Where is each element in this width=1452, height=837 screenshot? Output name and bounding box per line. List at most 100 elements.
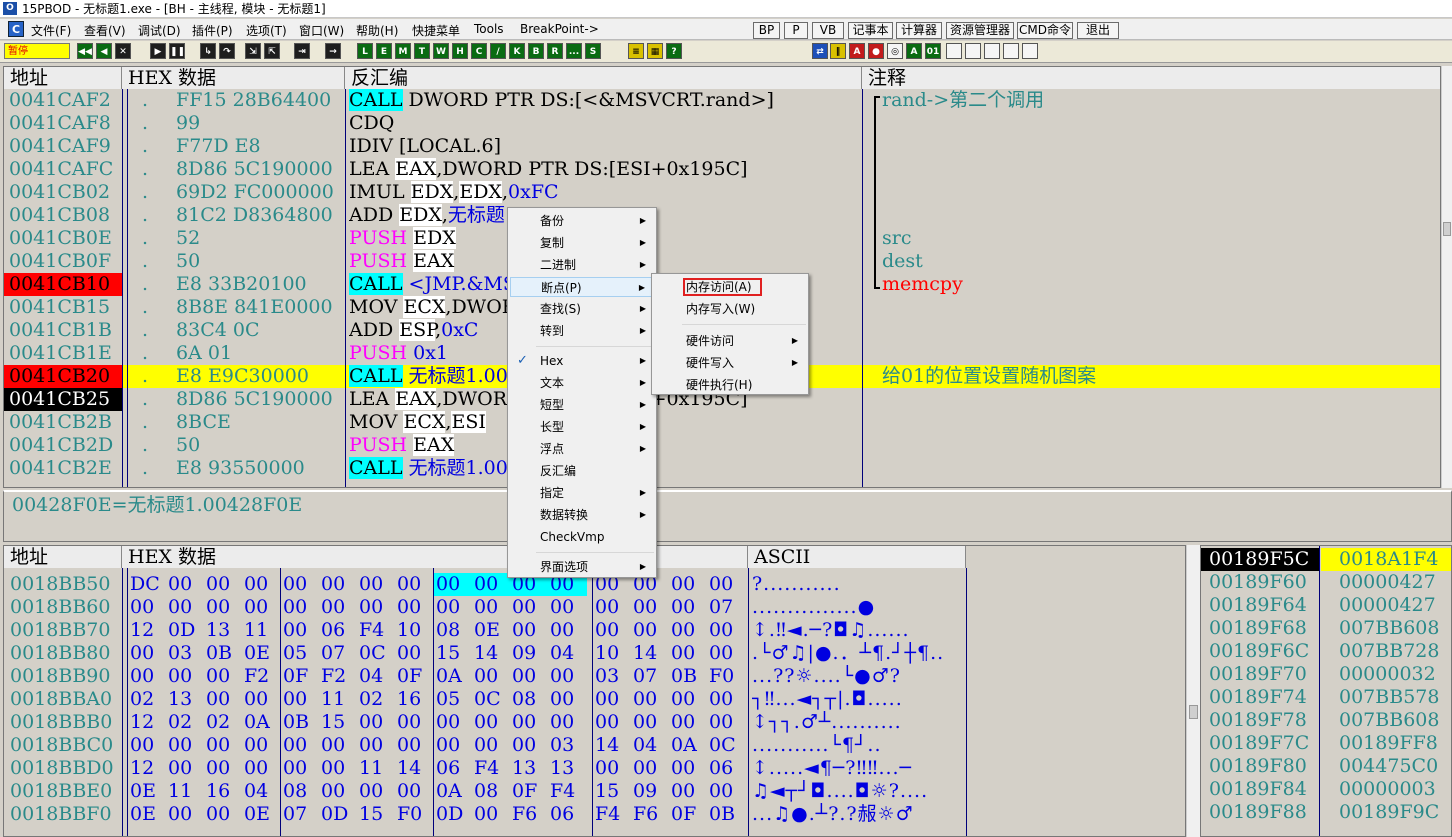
stack-value[interactable]: 00000427: [1321, 571, 1451, 594]
menu-plugins[interactable]: 插件(P): [192, 22, 233, 39]
dump-byte[interactable]: 00: [359, 734, 383, 757]
row-comment[interactable]: [882, 434, 1440, 457]
window-r-icon[interactable]: R: [547, 43, 563, 59]
dump-byte[interactable]: 00: [709, 688, 733, 711]
target-icon[interactable]: ◎: [887, 43, 903, 59]
blank-button-3-icon[interactable]: [984, 43, 1000, 59]
dump-byte[interactable]: 06: [436, 757, 460, 780]
notepad-button[interactable]: 记事本: [848, 22, 893, 39]
col-header-hex[interactable]: HEX 数据: [122, 67, 345, 89]
dump-byte[interactable]: 00: [550, 665, 574, 688]
context-menu-item[interactable]: 断点(P) ▶: [510, 277, 654, 297]
dump-byte[interactable]: 06: [550, 803, 574, 826]
dump-address[interactable]: 0018BBD0: [10, 757, 114, 780]
row-address[interactable]: 0041CAF8: [4, 112, 122, 135]
row-address[interactable]: 0041CB10: [4, 273, 122, 296]
dump-byte[interactable]: 0B: [671, 665, 697, 688]
dump-byte[interactable]: 10: [397, 619, 421, 642]
a-icon[interactable]: A: [849, 43, 865, 59]
dump-byte[interactable]: 00: [436, 711, 460, 734]
memory-dump-pane[interactable]: 地址 HEX 数据 ASCII 0018BB50 DC 00 00 00 00 00 00 00…: [3, 545, 1186, 837]
stack-address[interactable]: 00189F60: [1201, 571, 1319, 594]
dump-byte[interactable]: 00: [168, 573, 192, 596]
row-disassembly[interactable]: IMUL EDX,EDX,0xFC: [349, 181, 864, 204]
dump-byte[interactable]: 00: [550, 596, 574, 619]
stack-row[interactable]: 00189F70 00000032: [1201, 663, 1451, 686]
context-menu-item[interactable]: 文本 ▶: [510, 373, 654, 393]
context-menu-item[interactable]: 二进制 ▶: [510, 255, 654, 275]
dump-byte[interactable]: 00: [709, 711, 733, 734]
dump-byte[interactable]: 00: [244, 688, 268, 711]
dump-byte[interactable]: 00: [671, 596, 695, 619]
col-header-disassembly[interactable]: 反汇编: [345, 67, 862, 89]
dump-byte[interactable]: DC: [130, 573, 160, 596]
row-address[interactable]: 0041CB25: [4, 388, 122, 411]
dump-byte[interactable]: 12: [130, 757, 154, 780]
dump-byte[interactable]: 00: [436, 596, 460, 619]
dump-byte[interactable]: 04: [550, 642, 574, 665]
stack-row[interactable]: 00189F6C 007BB728: [1201, 640, 1451, 663]
dump-byte[interactable]: 08: [436, 619, 460, 642]
window-l-icon[interactable]: L: [357, 43, 373, 59]
row-address[interactable]: 0041CAF2: [4, 89, 122, 112]
disasm-row[interactable]: 0041CAF8. 99 CDQ: [4, 112, 1440, 135]
dump-byte[interactable]: 0A: [671, 734, 697, 757]
dump-byte[interactable]: 00: [321, 596, 345, 619]
context-menu-item[interactable]: 反汇编: [510, 461, 654, 481]
dump-byte[interactable]: 00: [595, 711, 619, 734]
binary-icon[interactable]: 01: [925, 43, 941, 59]
window-t-icon[interactable]: T: [414, 43, 430, 59]
close-icon[interactable]: ✕: [115, 43, 131, 59]
row-comment[interactable]: dest: [882, 250, 1440, 273]
dump-byte[interactable]: 07: [633, 665, 657, 688]
dump-byte[interactable]: 00: [472, 573, 512, 596]
dump-byte[interactable]: 13: [550, 757, 574, 780]
disasm-row[interactable]: 0041CB2D. 50 PUSH EAX: [4, 434, 1440, 457]
step-over-icon[interactable]: ↷: [219, 43, 235, 59]
dump-byte[interactable]: 00: [244, 573, 268, 596]
dump-byte[interactable]: 04: [244, 780, 268, 803]
dump-byte[interactable]: 14: [397, 757, 421, 780]
dump-byte[interactable]: 00: [709, 573, 733, 596]
stack-address[interactable]: 00189F5C: [1201, 548, 1319, 571]
cpu-scroll-thumb[interactable]: [1443, 222, 1451, 236]
stack-pane[interactable]: 00189F5C 0018A1F4 00189F60 00000427 00189F64…: [1200, 545, 1452, 837]
dump-byte[interactable]: 00: [244, 734, 268, 757]
stack-value[interactable]: 0018A1F4: [1321, 548, 1451, 571]
dump-byte[interactable]: 00: [434, 573, 474, 596]
dump-byte[interactable]: 00: [512, 596, 536, 619]
row-address[interactable]: 0041CB1B: [4, 319, 122, 342]
context-menu-item[interactable]: 转到 ▶: [510, 321, 654, 341]
dump-byte[interactable]: 0C: [359, 642, 386, 665]
dump-byte[interactable]: 0E: [130, 803, 156, 826]
dump-byte[interactable]: 00: [130, 734, 154, 757]
dump-ascii[interactable]: ↕.‼◄.─?◘♫......: [752, 619, 962, 642]
row-address[interactable]: 0041CB15: [4, 296, 122, 319]
step-into-icon[interactable]: ↳: [200, 43, 216, 59]
dump-byte[interactable]: 0D: [436, 803, 463, 826]
window-dots-icon[interactable]: ...: [566, 43, 582, 59]
dump-scrollbar[interactable]: [1186, 545, 1200, 837]
help-icon[interactable]: ?: [666, 43, 682, 59]
dump-byte[interactable]: 00: [595, 596, 619, 619]
dump-row[interactable]: 0018BBB0 12 02 02 0A 0B 15 00 00 00 00 00 00 00 00 00 00…: [4, 711, 1185, 734]
stack-address[interactable]: 00189F7C: [1201, 732, 1319, 755]
dump-byte[interactable]: 00: [671, 642, 695, 665]
dump-address[interactable]: 0018BBA0: [10, 688, 112, 711]
row-disassembly[interactable]: CALL DWORD PTR DS:[<&MSVCRT.rand>]: [349, 89, 864, 112]
stack-value[interactable]: 007BB608: [1321, 709, 1451, 732]
stack-address[interactable]: 00189F68: [1201, 617, 1319, 640]
dump-address[interactable]: 0018BB80: [10, 642, 110, 665]
row-disassembly[interactable]: IDIV [LOCAL.6]: [349, 135, 864, 158]
dump-byte[interactable]: F2: [244, 665, 269, 688]
row-comment[interactable]: [882, 158, 1440, 181]
dump-byte[interactable]: 00: [671, 688, 695, 711]
dump-ascii[interactable]: ┐‼...◄┐┬|.◘.....: [752, 688, 962, 711]
context-menu-item[interactable]: Hex ✓ ▶: [510, 351, 654, 371]
row-comment[interactable]: [882, 181, 1440, 204]
dump-byte[interactable]: 0A: [436, 780, 462, 803]
dump-byte[interactable]: 0A: [436, 665, 462, 688]
dump-byte[interactable]: 04: [359, 665, 383, 688]
menu-options[interactable]: 选项(T): [246, 22, 287, 39]
dump-row[interactable]: 0018BBC0 00 00 00 00 00 00 00 00 00 00 00 03 14 04 0A 0C…: [4, 734, 1185, 757]
